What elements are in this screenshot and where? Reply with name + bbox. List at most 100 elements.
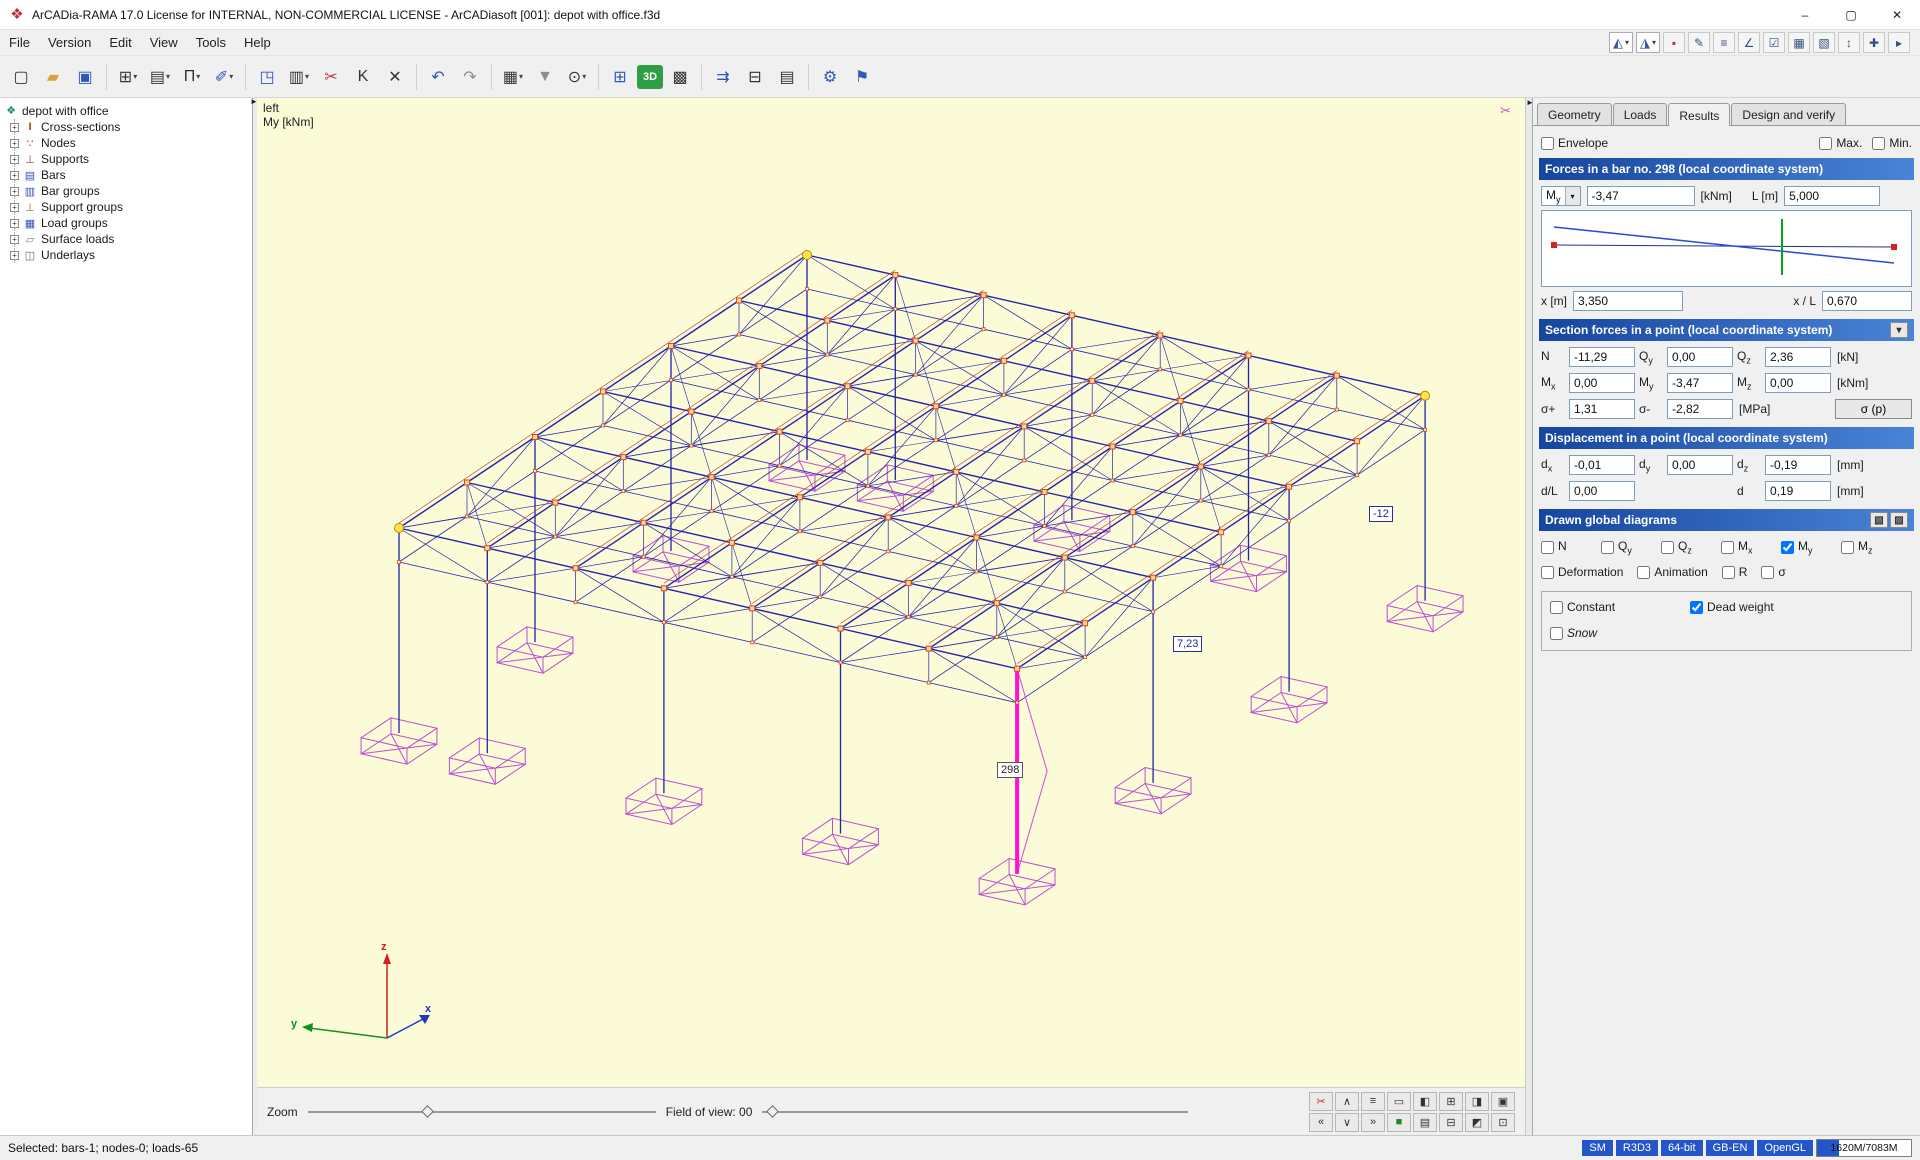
diagram-n-checkbox[interactable]: N xyxy=(1541,539,1601,555)
close-button[interactable]: ✕ xyxy=(1874,0,1920,29)
fov-slider-thumb[interactable] xyxy=(767,1105,780,1118)
viewport-tools-icon[interactable]: ✂ xyxy=(1500,103,1511,119)
diagram-qy-checkbox[interactable]: Qy xyxy=(1601,539,1661,555)
viewport-layout-3-button[interactable]: ◨ xyxy=(1465,1092,1489,1111)
zoom-slider[interactable] xyxy=(308,1105,656,1119)
viewport-layout-7-button[interactable]: ◩ xyxy=(1465,1113,1489,1132)
menu-edit[interactable]: Edit xyxy=(100,32,140,53)
menu-view[interactable]: View xyxy=(141,32,187,53)
maximize-button[interactable]: ▢ xyxy=(1828,0,1874,29)
calc-sheet-button[interactable]: ⊟ xyxy=(740,62,770,92)
new-file-button[interactable]: ▢ xyxy=(6,62,36,92)
tree-item-underlays[interactable]: + ◫ Underlays xyxy=(15,247,252,263)
tab-loads[interactable]: Loads xyxy=(1613,103,1668,125)
save-file-button[interactable]: ▣ xyxy=(70,62,100,92)
force-component-select[interactable]: My ▾ xyxy=(1541,186,1581,206)
grid-icon[interactable]: ▦ xyxy=(1788,32,1810,53)
tree-root-depot-with-office[interactable]: ❖ depot with office xyxy=(4,102,252,119)
menu-file[interactable]: File xyxy=(0,32,39,53)
field-of-view-slider[interactable] xyxy=(762,1105,1188,1119)
tree-item-bars[interactable]: + ▤ Bars xyxy=(15,167,252,183)
vertical-arrows-icon[interactable]: ↕ xyxy=(1838,32,1860,53)
deformation-checkbox[interactable]: Deformation xyxy=(1541,565,1623,579)
expand-icon[interactable]: + xyxy=(10,139,19,148)
expand-icon[interactable]: + xyxy=(10,123,19,132)
red-square-icon[interactable]: ▪ xyxy=(1663,32,1685,53)
expand-icon[interactable]: + xyxy=(10,171,19,180)
redo-button[interactable]: ↷ xyxy=(455,62,485,92)
page-forward-button[interactable]: » xyxy=(1361,1113,1385,1132)
tree-item-nodes[interactable]: + ∵ Nodes xyxy=(15,135,252,151)
chevron-down-icon[interactable]: ▾ xyxy=(1565,187,1580,205)
viewport-layout-2-button[interactable]: ⊞ xyxy=(1439,1092,1463,1111)
move-copy-button[interactable]: ◳ xyxy=(252,62,282,92)
hatch-icon[interactable]: ▧ xyxy=(1813,32,1835,53)
viewport-layout-4-button[interactable]: ▣ xyxy=(1491,1092,1515,1111)
viewport-layout-5-button[interactable]: ▤ xyxy=(1413,1113,1437,1132)
plus-icon[interactable]: ✚ xyxy=(1863,32,1885,53)
section-forces-menu-button[interactable]: ▾ xyxy=(1890,322,1908,338)
play-icon[interactable]: ▸ xyxy=(1888,32,1910,53)
viewport-layout-8-button[interactable]: ⊡ xyxy=(1491,1113,1515,1132)
undo-button[interactable]: ↶ xyxy=(423,62,453,92)
angle-icon[interactable]: ∠ xyxy=(1738,32,1760,53)
tree-item-cross-sections[interactable]: + I Cross-sections xyxy=(15,119,252,135)
expand-icon[interactable]: + xyxy=(10,187,19,196)
x-over-l-field[interactable]: 0,670 xyxy=(1822,291,1912,311)
load-arrows-button[interactable]: ⇉ xyxy=(708,62,738,92)
division-columns-button[interactable]: ▥▾ xyxy=(284,62,314,92)
measure-button[interactable]: ⊙▾ xyxy=(562,62,592,92)
tab-design-and-verify[interactable]: Design and verify xyxy=(1731,103,1846,125)
diagram-display-options-icon[interactable]: ▧ xyxy=(1870,512,1888,528)
filter-funnel-button[interactable]: ▼ xyxy=(530,62,560,92)
collapse-right-icon[interactable]: ► xyxy=(1526,98,1534,107)
bar-moment-diagram[interactable] xyxy=(1541,210,1912,287)
envelope-checkbox[interactable]: Envelope xyxy=(1541,136,1608,150)
diagram-scale-icon[interactable]: ▨ xyxy=(1890,512,1908,528)
results-table-button[interactable]: ⊞ xyxy=(605,62,635,92)
menu-version[interactable]: Version xyxy=(39,32,100,53)
min-checkbox[interactable]: Min. xyxy=(1872,136,1912,150)
report-button[interactable]: ▤ xyxy=(772,62,802,92)
menu-tools[interactable]: Tools xyxy=(187,32,235,53)
section-display-button[interactable]: ▦▾ xyxy=(498,62,528,92)
mesh-button[interactable]: ▩ xyxy=(665,62,695,92)
scissors-button[interactable]: ✂ xyxy=(316,62,346,92)
settings-wrench-button[interactable]: ⚙ xyxy=(815,62,845,92)
expand-icon[interactable]: + xyxy=(10,251,19,260)
monitor-button[interactable]: ▭ xyxy=(1387,1092,1411,1111)
diagram-mz-checkbox[interactable]: Mz xyxy=(1841,539,1901,555)
list-view-button[interactable]: ≡ xyxy=(1361,1092,1385,1111)
checkbox-icon[interactable]: ☑ xyxy=(1763,32,1785,53)
display-mode-dropdown[interactable]: ◮▾ xyxy=(1636,32,1660,53)
panel-splitter[interactable]: ► xyxy=(1525,98,1532,1135)
view-3d-button[interactable]: 3D xyxy=(637,65,663,89)
expand-icon[interactable]: + xyxy=(10,155,19,164)
print-button[interactable]: ▤▾ xyxy=(145,62,175,92)
page-back-button[interactable]: « xyxy=(1309,1113,1333,1132)
menu-help[interactable]: Help xyxy=(235,32,280,53)
model-viewport[interactable]: left My [kNm] ✂ 298 7,23 -12 z x y xyxy=(257,98,1525,1087)
cross-sections-table-button[interactable]: ⊞▾ xyxy=(113,62,143,92)
expand-down-button[interactable]: ∨ xyxy=(1335,1113,1359,1132)
tree-item-support-groups[interactable]: + ⊥ Support groups xyxy=(15,199,252,215)
expand-icon[interactable]: + xyxy=(10,203,19,212)
tab-geometry[interactable]: Geometry xyxy=(1537,103,1612,125)
expand-icon[interactable]: + xyxy=(10,235,19,244)
zoom-slider-thumb[interactable] xyxy=(421,1105,434,1118)
snow-load-checkbox[interactable]: Snow xyxy=(1550,626,1597,640)
diagram-my-checkbox[interactable]: My xyxy=(1781,539,1841,555)
dead-weight-checkbox[interactable]: Dead weight xyxy=(1690,600,1774,614)
x-position-field[interactable]: 3,350 xyxy=(1573,291,1683,311)
diagram-mx-checkbox[interactable]: Mx xyxy=(1721,539,1781,555)
tree-item-surface-loads[interactable]: + ▱ Surface loads xyxy=(15,231,252,247)
viewport-layout-1-button[interactable]: ◧ xyxy=(1413,1092,1437,1111)
viewport-layout-6-button[interactable]: ⊟ xyxy=(1439,1113,1463,1132)
animation-checkbox[interactable]: Animation xyxy=(1637,565,1707,579)
reactions-checkbox[interactable]: R xyxy=(1722,565,1748,579)
frame-generator-button[interactable]: Π▾ xyxy=(177,62,207,92)
solid-view-button[interactable]: ■ xyxy=(1387,1113,1411,1132)
tree-item-bar-groups[interactable]: + ▥ Bar groups xyxy=(15,183,252,199)
draw-bar-button[interactable]: ✐▾ xyxy=(209,62,239,92)
merge-nodes-button[interactable]: K xyxy=(348,62,378,92)
